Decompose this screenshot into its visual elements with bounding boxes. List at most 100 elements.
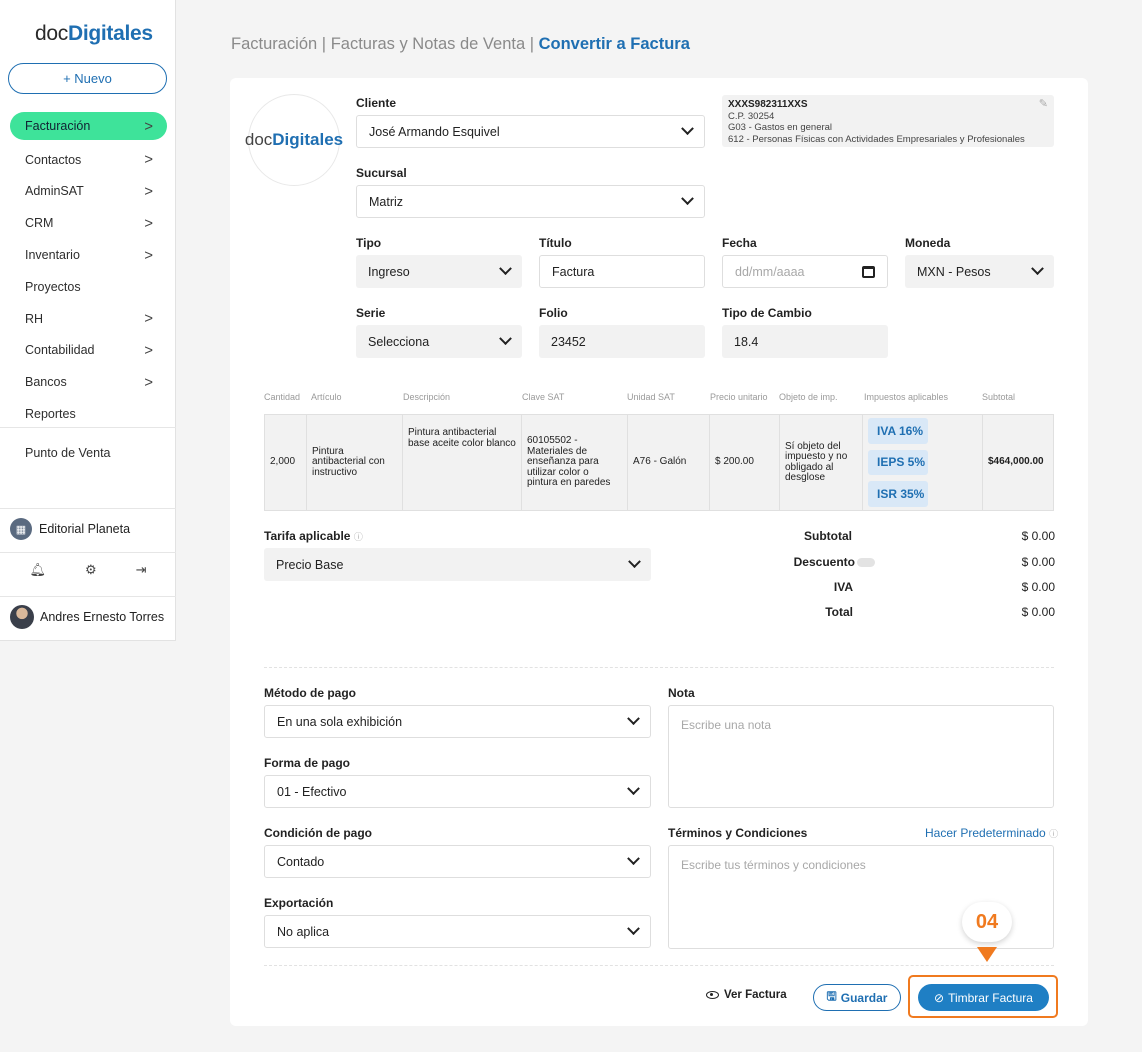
metodo-label: Método de pago [264,686,356,700]
hacer-predeterminado-link[interactable]: Hacer Predeterminado ⓘ [925,826,1058,840]
breadcrumb-facturacion[interactable]: Facturación [231,35,317,53]
moneda-value: MXN - Pesos [917,264,991,279]
sidebar-item-punto-de-venta[interactable]: Punto de Venta [10,437,167,469]
sidebar-item-bancos[interactable]: Bancos > [10,366,167,398]
cliente-select[interactable]: José Armando Esquivel [356,115,705,148]
step-badge: 04 [962,902,1012,942]
moneda-label: Moneda [905,236,951,250]
col-header: Cantidad [264,392,301,402]
client-fiscal-info: XXXS982311XXS C.P. 30254 G03 - Gastos en… [722,95,1054,147]
sidebar: docDigitales + Nuevo Facturación > Contact… [0,0,176,641]
tipo-cambio-input[interactable]: 18.4 [722,325,888,358]
tarifa-value: Precio Base [276,557,344,572]
metodo-select[interactable]: En una sola exhibición [264,705,651,738]
col-header: Subtotal [982,392,1016,402]
nav-divider [0,596,176,597]
sidebar-item-label: Contabilidad [25,343,95,358]
edit-icon[interactable]: ✎ [1039,98,1048,111]
sidebar-item-crm[interactable]: CRM > [10,207,167,239]
logout-icon[interactable]: ⇥ [136,562,147,578]
bell-icon[interactable]: 🔔︎ [29,562,46,578]
folio-input[interactable]: 23452 [539,325,705,358]
sidebar-item-reportes[interactable]: Reportes [10,398,167,430]
cell-articulo: Pintura antibacterial con instructivo [307,415,403,510]
brand-logo[interactable]: docDigitales [35,22,153,46]
tax-tag[interactable]: IVA 16% [868,418,928,444]
serie-select[interactable]: Selecciona [356,325,522,358]
nota-textarea[interactable]: Escribe una nota [668,705,1054,808]
col-header: Descripción [403,392,451,402]
condicion-value: Contado [277,854,325,869]
timbrar-label: Timbrar Factura [948,990,1033,1005]
check-circle-icon: ⊘ [934,990,945,1005]
chevron-right-icon: > [144,182,153,200]
folio-label: Folio [539,306,568,320]
descuento-row: Descuento [775,555,875,569]
company-switcher[interactable]: ▦ Editorial Planeta [10,518,130,540]
sidebar-item-facturaci-n[interactable]: Facturación > [10,112,167,140]
moneda-select[interactable]: MXN - Pesos [905,255,1054,288]
cell-precio: $ 200.00 [710,415,780,510]
breadcrumb: Facturación | Facturas y Notas de Venta … [231,35,690,53]
calendar-icon[interactable] [862,265,875,278]
chevron-right-icon: > [144,246,153,264]
serie-value: Selecciona [368,334,430,349]
sidebar-item-contactos[interactable]: Contactos > [10,144,167,176]
sucursal-select[interactable]: Matriz [356,185,705,218]
chevron-down-icon [627,852,640,866]
condicion-select[interactable]: Contado [264,845,651,878]
timbrar-factura-button[interactable]: ⊘ Timbrar Factura [918,984,1049,1011]
cell-subtotal: $464,000.00 [988,456,1044,468]
chevron-right-icon: > [144,310,153,328]
sidebar-item-inventario[interactable]: Inventario > [10,239,167,271]
chevron-down-icon [627,712,640,726]
tipo-cambio-label: Tipo de Cambio [722,306,812,320]
sucursal-label: Sucursal [356,166,407,180]
info-icon[interactable]: ⓘ [354,532,363,542]
new-button[interactable]: + Nuevo [8,63,167,94]
titulo-label: Título [539,236,572,250]
sidebar-item-label: Proyectos [25,279,81,294]
tipo-select[interactable]: Ingreso [356,255,522,288]
ver-factura-button[interactable]: Ver Factura [706,989,787,1001]
nav-divider [0,427,176,428]
titulo-input[interactable]: Factura [539,255,705,288]
gear-icon[interactable]: ⚙ [85,562,97,578]
sidebar-item-adminsat[interactable]: AdminSAT > [10,176,167,208]
guardar-button[interactable]: 🖫 Guardar [813,984,901,1011]
titulo-value: Factura [552,264,595,279]
client-cp: C.P. 30254 [728,110,775,122]
cliente-label: Cliente [356,96,397,110]
tax-tag[interactable]: IEPS 5% [868,449,928,476]
cell-descripcion: Pintura antibacterial base aceite color … [403,415,522,510]
tax-tag[interactable]: ISR 35% [868,481,928,508]
iva-label: IVA [833,580,853,594]
tipo-cambio-value: 18.4 [734,334,759,349]
exportacion-select[interactable]: No aplica [264,915,651,948]
serie-label: Serie [356,306,386,320]
forma-select[interactable]: 01 - Efectivo [264,775,651,808]
exportacion-value: No aplica [277,924,330,939]
subtotal-value: $ 0.00 [1021,529,1055,543]
chevron-down-icon [1031,262,1044,276]
breadcrumb-facturas[interactable]: Facturas y Notas de Venta [331,35,525,53]
tarifa-select[interactable]: Precio Base [264,548,651,581]
cell-impuestos: IVA 16% IEPS 5% ISR 35% [863,415,983,510]
chevron-down-icon [499,262,512,276]
table-row[interactable]: 2,000 Pintura antibacterial con instruct… [264,414,1054,511]
terminos-label: Términos y Condiciones [668,826,808,840]
sidebar-item-contabilidad[interactable]: Contabilidad > [10,335,167,367]
chevron-right-icon: > [144,117,153,135]
section-divider [264,667,1054,668]
chevron-down-icon [499,332,512,346]
tipo-value: Ingreso [368,264,410,279]
section-divider [264,965,1054,966]
cell-objeto: Sí objeto del impuesto y no obligado al … [780,415,863,510]
user-profile[interactable]: Andres Ernesto Torres [10,605,164,629]
sidebar-item-rh[interactable]: RH > [10,303,167,335]
descuento-toggle[interactable] [857,558,875,568]
metodo-value: En una sola exhibición [277,714,403,729]
fecha-input[interactable]: dd/mm/aaaa [722,255,888,288]
sidebar-item-proyectos[interactable]: Proyectos [10,271,167,303]
sidebar-nav: Facturación > Contactos > AdminSAT > CRM > Inven… [10,112,167,469]
